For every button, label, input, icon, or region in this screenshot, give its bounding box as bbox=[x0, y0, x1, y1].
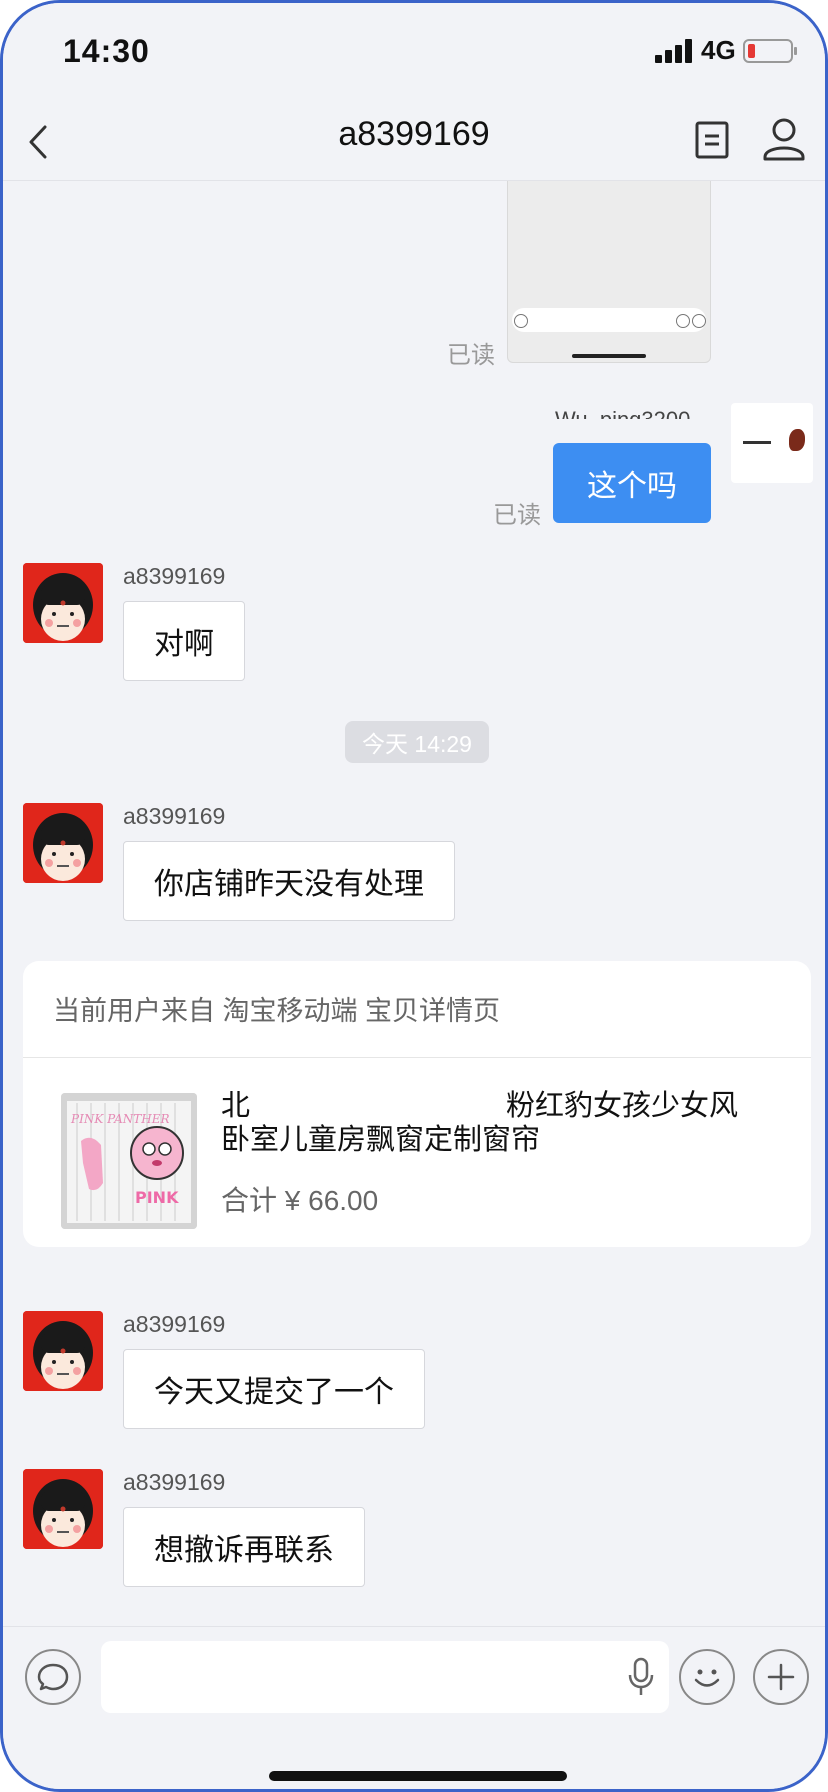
avatar[interactable] bbox=[23, 563, 103, 643]
speech-bubble-icon bbox=[37, 1663, 69, 1691]
avatar-girl-icon bbox=[23, 803, 103, 883]
product-title[interactable]: 北粉红豹女孩少女风 卧室儿童房飘窗定制窗帘 bbox=[221, 1089, 781, 1157]
microphone-icon[interactable] bbox=[627, 1657, 655, 1697]
phone-screen: 14:30 4G a8399169 已读 Wu..ping3200 这个吗 已读… bbox=[0, 0, 828, 1792]
sender-name: a8399169 bbox=[123, 803, 226, 829]
incoming-message-bubble[interactable]: 你店铺昨天没有处理 bbox=[123, 841, 455, 921]
battery-icon bbox=[743, 39, 797, 63]
redacted-text bbox=[250, 1093, 507, 1122]
link-preview-text: Wu..ping3200 bbox=[555, 407, 713, 433]
network-type: 4G bbox=[701, 35, 736, 65]
pink-panther-curtain-image: PINK PANTHER PINK bbox=[61, 1093, 197, 1229]
visitor-source-text: 当前用户来自 淘宝移动端 宝贝详情页 bbox=[53, 996, 501, 1026]
avatar[interactable] bbox=[23, 1469, 103, 1549]
input-bar bbox=[3, 1626, 825, 1789]
status-bar: 14:30 4G bbox=[3, 3, 825, 103]
product-image[interactable]: PINK PANTHER PINK bbox=[61, 1093, 197, 1229]
quick-reply-button[interactable] bbox=[25, 1649, 81, 1705]
chat-area[interactable]: 已读 Wu..ping3200 这个吗 已读 a8399169 对啊 今天 14… bbox=[3, 181, 825, 1626]
incoming-message-bubble[interactable]: 想撤诉再联系 bbox=[123, 1507, 365, 1587]
avatar[interactable] bbox=[23, 803, 103, 883]
incoming-message-bubble[interactable]: 对啊 bbox=[123, 601, 245, 681]
order-total: 合计 ¥ 66.00 bbox=[221, 1185, 379, 1216]
read-receipt: 已读 bbox=[493, 502, 541, 529]
avatar[interactable] bbox=[23, 1311, 103, 1391]
read-receipt: 已读 bbox=[447, 342, 495, 369]
sender-name: a8399169 bbox=[123, 563, 226, 589]
status-time: 14:30 bbox=[63, 33, 150, 69]
plus-icon bbox=[767, 1663, 795, 1691]
timestamp-divider: 今天 14:29 bbox=[345, 721, 489, 763]
avatar-girl-icon bbox=[23, 563, 103, 643]
avatar-girl-icon bbox=[23, 1469, 103, 1549]
user-icon bbox=[763, 118, 805, 161]
signal-icon bbox=[655, 39, 695, 63]
avatar-girl-icon bbox=[23, 1311, 103, 1391]
message-input[interactable] bbox=[101, 1641, 669, 1713]
sender-avatar-thumbnail bbox=[731, 403, 813, 483]
svg-text:PINK PANTHER: PINK PANTHER bbox=[70, 1112, 170, 1126]
smiley-icon bbox=[694, 1669, 720, 1687]
product-card[interactable]: 当前用户来自 淘宝移动端 宝贝详情页 PINK PANTHER PINK 北 粉… bbox=[23, 961, 811, 1247]
incoming-message-bubble[interactable]: 今天又提交了一个 bbox=[123, 1349, 425, 1429]
outgoing-message-bubble[interactable]: 这个吗 bbox=[553, 443, 711, 523]
order-list-button[interactable] bbox=[693, 115, 733, 165]
sender-name: a8399169 bbox=[123, 1311, 226, 1337]
more-button[interactable] bbox=[753, 1649, 809, 1705]
nav-bar: a8399169 bbox=[3, 103, 825, 181]
document-icon bbox=[695, 121, 729, 159]
divider bbox=[23, 1057, 811, 1058]
sender-name: a8399169 bbox=[123, 1469, 226, 1495]
svg-text:PINK: PINK bbox=[135, 1188, 179, 1207]
home-indicator bbox=[269, 1771, 567, 1781]
profile-button[interactable] bbox=[761, 113, 807, 167]
image-message[interactable] bbox=[507, 181, 711, 363]
emoji-button[interactable] bbox=[679, 1649, 735, 1705]
